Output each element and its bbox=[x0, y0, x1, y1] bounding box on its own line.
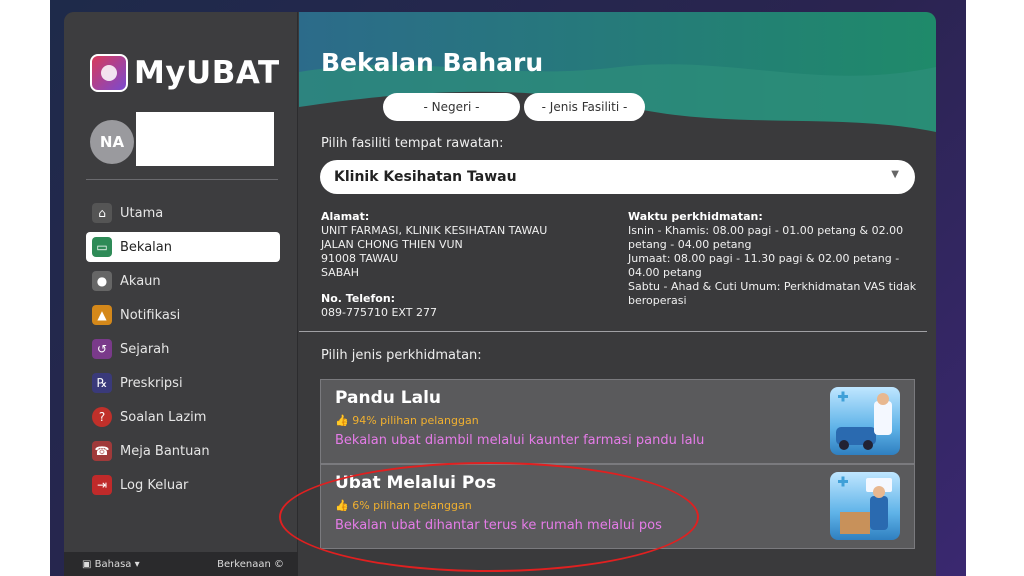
state-filter-label: - Negeri - bbox=[423, 100, 480, 114]
redacted-user-name bbox=[136, 112, 274, 166]
section-divider bbox=[299, 331, 927, 332]
prescription-icon: ℞ bbox=[92, 373, 112, 393]
language-selector[interactable]: ▣ Bahasa ▾ bbox=[82, 559, 140, 570]
sidebar-item-label: Log Keluar bbox=[120, 477, 189, 493]
sidebar-item-utama[interactable]: ⌂ Utama bbox=[86, 198, 280, 228]
hours-line: Sabtu - Ahad & Cuti Umum: Perkhidmatan V… bbox=[628, 280, 917, 293]
postal-delivery-image bbox=[830, 472, 900, 540]
sidebar-item-label: Soalan Lazim bbox=[120, 409, 207, 425]
thumbs-up-icon: 👍 bbox=[335, 414, 353, 427]
sidebar: MyUBAT NA ⌂ Utama ▭ Bekalan ● Akaun ▲ No… bbox=[64, 12, 298, 576]
app-name: MyUBAT bbox=[134, 55, 280, 91]
sidebar-item-bekalan[interactable]: ▭ Bekalan bbox=[86, 232, 280, 262]
inbox-icon: ▭ bbox=[92, 237, 112, 257]
address-line: UNIT FARMASI, KLINIK KESIHATAN TAWAU bbox=[321, 224, 548, 237]
state-filter[interactable]: - Negeri - bbox=[383, 93, 520, 121]
popularity-text: 94% pilihan pelanggan bbox=[352, 414, 479, 427]
sidebar-item-akaun[interactable]: ● Akaun bbox=[86, 266, 280, 296]
bell-icon: ▲ bbox=[92, 305, 112, 325]
service-card-pandu-lalu[interactable]: Pandu Lalu 👍 94% pilihan pelanggan Bekal… bbox=[320, 379, 915, 464]
service-prompt: Pilih jenis perkhidmatan: bbox=[321, 348, 482, 363]
sidebar-item-label: Preskripsi bbox=[120, 375, 183, 391]
sidebar-item-label: Bekalan bbox=[120, 239, 172, 255]
phone-label: No. Telefon: bbox=[321, 292, 396, 305]
logout-icon: ⇥ bbox=[92, 475, 112, 495]
copyright-icon: © bbox=[270, 558, 284, 570]
sidebar-item-meja-bantuan[interactable]: ☎ Meja Bantuan bbox=[86, 436, 280, 466]
hours-line: 04.00 petang bbox=[628, 266, 702, 279]
home-icon: ⌂ bbox=[92, 203, 112, 223]
address-line: JALAN CHONG THIEN VUN bbox=[321, 238, 463, 251]
facility-phone: No. Telefon: 089-775710 EXT 277 bbox=[321, 292, 611, 320]
hours-label: Waktu perkhidmatan: bbox=[628, 210, 763, 223]
sidebar-item-label: Akaun bbox=[120, 273, 161, 289]
sidebar-item-preskripsi[interactable]: ℞ Preskripsi bbox=[86, 368, 280, 398]
address-label: Alamat: bbox=[321, 210, 370, 223]
sidebar-item-notifikasi[interactable]: ▲ Notifikasi bbox=[86, 300, 280, 330]
chevron-down-icon: ▾ bbox=[131, 558, 140, 570]
sidebar-item-soalan-lazim[interactable]: ? Soalan Lazim bbox=[86, 402, 280, 432]
about-link[interactable]: Berkenaan © bbox=[217, 559, 284, 570]
avatar[interactable]: NA bbox=[90, 120, 134, 164]
highlight-annotation-ellipse bbox=[279, 462, 699, 572]
user-icon: ● bbox=[92, 271, 112, 291]
sidebar-item-label: Meja Bantuan bbox=[120, 443, 210, 459]
sidebar-item-label: Utama bbox=[120, 205, 164, 221]
history-icon: ↺ bbox=[92, 339, 112, 359]
phone-value: 089-775710 EXT 277 bbox=[321, 306, 437, 319]
app-logo[interactable]: MyUBAT bbox=[90, 54, 280, 92]
hours-line: beroperasi bbox=[628, 294, 687, 307]
header-wave-background bbox=[299, 12, 936, 152]
facility-address: Alamat: UNIT FARMASI, KLINIK KESIHATAN T… bbox=[321, 210, 611, 280]
page-title: Bekalan Baharu bbox=[321, 48, 544, 77]
service-title: Pandu Lalu bbox=[335, 388, 442, 408]
facility-type-filter-label: - Jenis Fasiliti - bbox=[541, 100, 628, 114]
about-label: Berkenaan bbox=[217, 558, 271, 570]
sidebar-footer: ▣ Bahasa ▾ Berkenaan © bbox=[64, 552, 298, 576]
sidebar-nav: ⌂ Utama ▭ Bekalan ● Akaun ▲ Notifikasi ↺… bbox=[86, 198, 280, 504]
facility-select-value: Klinik Kesihatan Tawau bbox=[334, 169, 517, 185]
sidebar-item-label: Sejarah bbox=[120, 341, 170, 357]
service-hours: Waktu perkhidmatan: Isnin - Khamis: 08.0… bbox=[628, 210, 918, 308]
hours-line: Jumaat: 08.00 pagi - 11.30 pagi & 02.00 … bbox=[628, 252, 900, 265]
hours-line: petang - 04.00 petang bbox=[628, 238, 752, 251]
chevron-down-icon: ▼ bbox=[891, 169, 899, 180]
service-popularity: 👍 94% pilihan pelanggan bbox=[335, 414, 479, 427]
sidebar-divider bbox=[86, 179, 278, 180]
service-description: Bekalan ubat diambil melalui kaunter far… bbox=[335, 433, 705, 448]
drive-through-pharmacy-image bbox=[830, 387, 900, 455]
helpdesk-icon: ☎ bbox=[92, 441, 112, 461]
address-line: SABAH bbox=[321, 266, 360, 279]
facility-prompt: Pilih fasiliti tempat rawatan: bbox=[321, 136, 504, 151]
facility-select[interactable]: Klinik Kesihatan Tawau ▼ bbox=[320, 160, 915, 194]
language-label: Bahasa bbox=[94, 558, 132, 570]
sidebar-item-label: Notifikasi bbox=[120, 307, 181, 323]
facility-type-filter[interactable]: - Jenis Fasiliti - bbox=[524, 93, 645, 121]
logo-icon bbox=[90, 54, 128, 92]
hours-line: Isnin - Khamis: 08.00 pagi - 01.00 petan… bbox=[628, 224, 904, 237]
language-icon: ▣ bbox=[82, 558, 95, 570]
sidebar-item-sejarah[interactable]: ↺ Sejarah bbox=[86, 334, 280, 364]
sidebar-item-log-keluar[interactable]: ⇥ Log Keluar bbox=[86, 470, 280, 500]
question-icon: ? bbox=[92, 407, 112, 427]
address-line: 91008 TAWAU bbox=[321, 252, 399, 265]
